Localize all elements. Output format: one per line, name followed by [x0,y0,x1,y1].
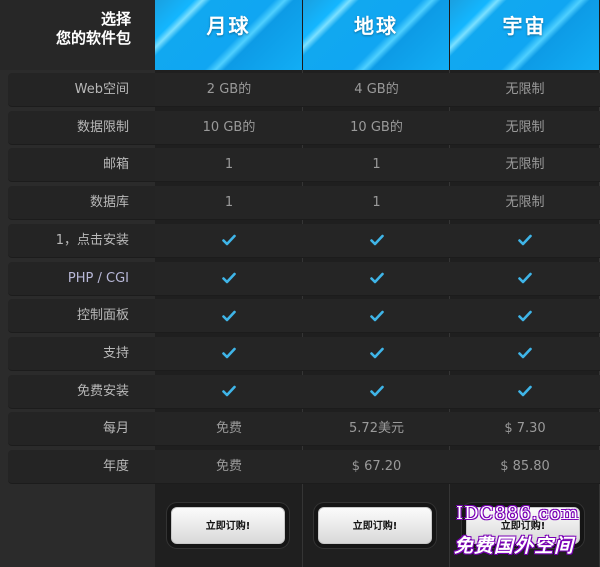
plan-name: 地球 [354,14,398,38]
feature-label: 支持 [8,336,155,371]
feature-label: Web空间 [8,73,155,107]
plan-header-moon: 月球 [155,0,303,70]
checkmark-icon [518,348,532,359]
feature-check-cell [155,299,303,334]
checkmark-icon [518,272,532,284]
watermark-line-2: 免费国外空间 [454,535,575,557]
feature-value-cell: 无限制 [450,148,600,183]
checkmark-icon [369,234,384,246]
feature-value-cell: 10 GB的 [155,110,303,145]
feature-label: 控制面板 [8,299,155,334]
plan-header-earth: 地球 [303,0,450,70]
feature-check-cell [450,261,600,296]
checkmark-icon [518,234,532,246]
checkmark-icon [222,385,236,397]
feature-label: 年度 [8,450,155,484]
checkmark-icon [222,272,236,284]
feature-label: 数据限制 [8,110,155,145]
feature-check-cell [303,336,450,371]
feature-label: 邮箱 [8,148,155,183]
feature-row: 数据库 1 1 无限制 [0,184,600,222]
feature-row: 数据限制 10 GB的 10 GB的 无限制 [0,109,600,147]
feature-check-cell [450,374,600,409]
feature-check-cell [303,261,450,296]
feature-row: 邮箱 1 1 无限制 [0,146,600,184]
checkmark-icon [222,310,236,321]
feature-check-cell [155,223,303,258]
feature-value-cell: 无限制 [450,186,600,221]
choose-line-2: 您的软件包 [55,29,131,47]
feature-check-cell [303,374,450,409]
feature-check-cell [450,299,600,334]
feature-value-cell: 5.72美元 [303,412,450,447]
feature-row: 每月 免费 5.72美元 $ 7.30 [0,410,600,448]
checkmark-icon [222,348,236,359]
feature-value-cell: 2 GB的 [155,73,303,107]
feature-label: PHP / CGI [8,261,155,296]
feature-row: 1，点击安装 [0,222,600,260]
feature-label: 免费安装 [8,374,155,409]
feature-row: 年度 免费 $ 67.20 $ 85.80 [0,448,600,486]
feature-row: PHP / CGI [0,260,600,298]
feature-label: 1，点击安装 [8,223,155,258]
feature-row: 支持 [0,335,600,373]
feature-value-cell: $ 7.30 [450,412,600,447]
order-button-moon[interactable]: 立即订购! [171,507,285,544]
pricing-table: 选择 您的软件包 月球 地球 宇宙 Web空间 2 GB的 4 GB的 无限制 数据限制… [0,0,600,567]
feature-value-cell: 1 [303,148,450,183]
feature-check-cell [303,223,450,258]
feature-value-cell: $ 67.20 [303,450,450,484]
checkmark-icon [518,310,532,321]
feature-row: Web空间 2 GB的 4 GB的 无限制 [0,71,600,109]
feature-check-cell [450,223,600,258]
feature-value-cell: $ 85.80 [450,450,600,484]
checkmark-icon [369,348,384,359]
plan-header-universe: 宇宙 [450,0,600,70]
feature-value-cell: 1 [303,186,450,221]
checkmark-icon [518,385,532,397]
checkmark-icon [369,310,384,321]
watermark-line-1: IDC886.com [456,503,580,524]
feature-label: 数据库 [8,186,155,221]
plan-name: 宇宙 [502,14,547,38]
checkmark-icon [369,385,384,397]
feature-check-cell [155,374,303,409]
feature-check-cell [155,261,303,296]
feature-label: 每月 [8,412,155,447]
feature-row: 免费安装 [0,373,600,411]
plan-name: 月球 [206,14,251,38]
feature-value-cell: 免费 [155,450,303,484]
feature-check-cell [155,336,303,371]
feature-value-cell: 无限制 [450,110,600,145]
feature-value-cell: 10 GB的 [303,110,450,145]
choose-package-title: 选择 您的软件包 [0,0,155,70]
feature-value-cell: 免费 [155,412,303,447]
feature-value-cell: 1 [155,148,303,183]
checkmark-icon [369,272,384,284]
watermark: IDC886.com 免费国外空间 [454,503,600,561]
checkmark-icon [222,234,236,246]
feature-value-cell: 1 [155,186,303,221]
feature-check-cell [450,336,600,371]
feature-row: 控制面板 [0,297,600,335]
feature-value-cell: 无限制 [450,73,600,107]
order-button-earth[interactable]: 立即订购! [318,507,432,544]
feature-check-cell [303,299,450,334]
choose-line-1: 选择 [100,10,131,28]
feature-value-cell: 4 GB的 [303,73,450,107]
